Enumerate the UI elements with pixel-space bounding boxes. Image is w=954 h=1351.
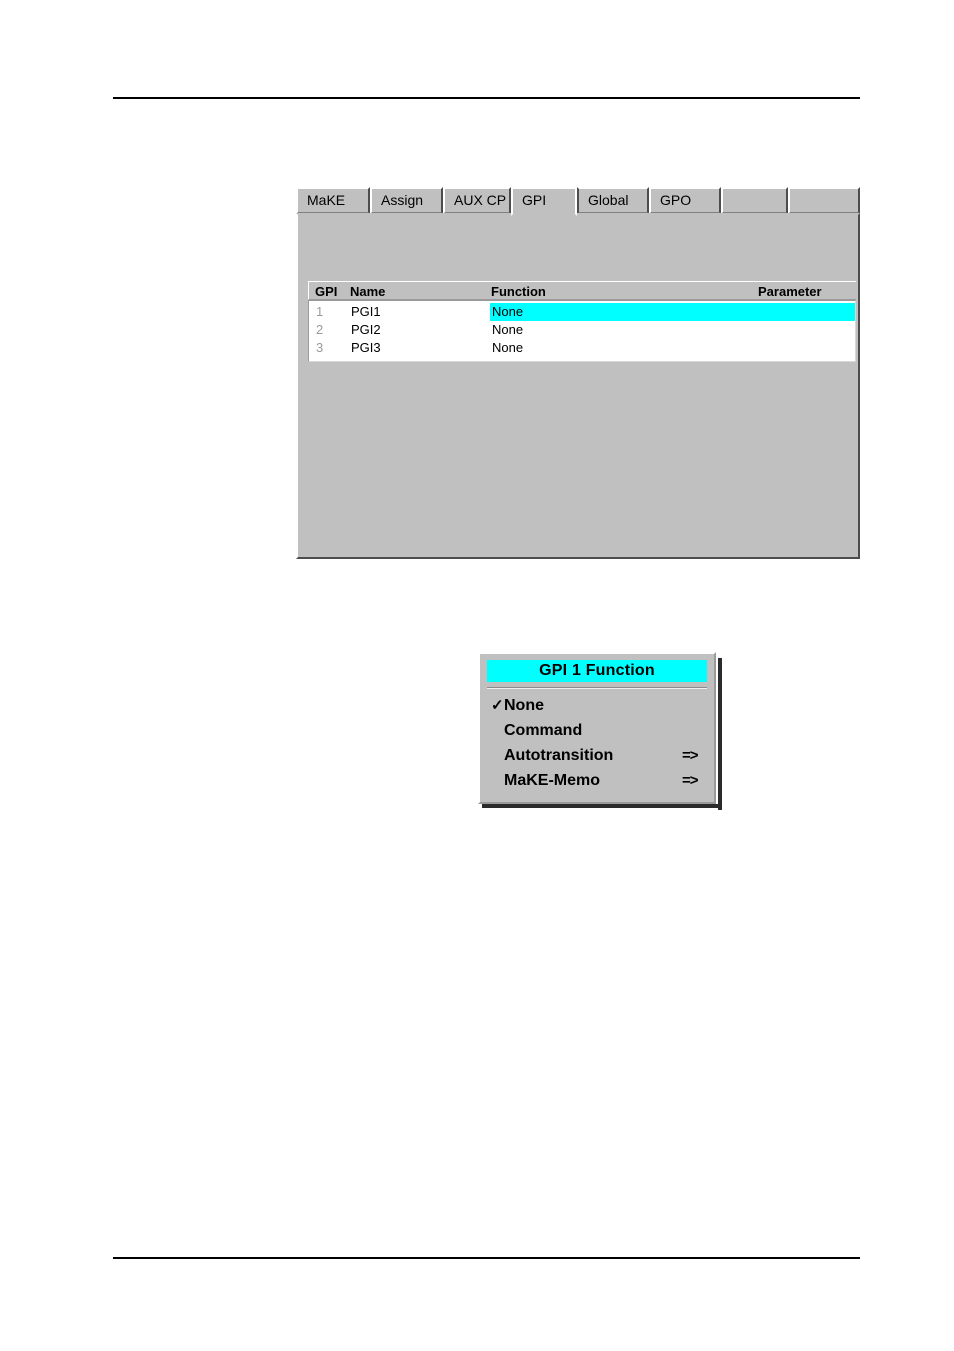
submenu-arrow-icon[interactable]: => (682, 743, 699, 768)
tab-aux-cp-label: AUX CP (454, 192, 507, 208)
gpi-configuration-panel: MaKE Assign AUX CP GPI Global GPO GPI Na… (296, 187, 860, 559)
cell-function[interactable]: None (490, 339, 855, 357)
menu-item-label: Command (504, 722, 583, 739)
menu-item-autotransition[interactable]: Autotransition => (480, 743, 714, 768)
column-header-gpi: GPI (315, 284, 338, 299)
submenu-arrow-icon[interactable]: => (682, 768, 699, 793)
tab-make[interactable]: MaKE (296, 187, 370, 214)
cell-gpi: 3 (316, 340, 324, 355)
cell-gpi: 1 (316, 304, 324, 319)
cell-function[interactable]: None (490, 357, 855, 361)
menu-item-none[interactable]: ✓ None (480, 693, 714, 718)
page-header-rule (113, 97, 860, 99)
menu-item-label: None (504, 697, 544, 714)
tab-strip: MaKE Assign AUX CP GPI Global GPO (296, 187, 860, 216)
gpi-function-context-menu: GPI 1 Function ✓ None Command Autotransi… (478, 652, 722, 810)
cell-gpi: 2 (316, 322, 324, 337)
tab-make-label: MaKE (307, 192, 346, 208)
tab-aux-cp[interactable]: AUX CP (443, 187, 511, 214)
cell-name[interactable]: PGI1 (351, 303, 381, 321)
tab-gpo-label: GPO (660, 192, 692, 208)
menu-item-command[interactable]: Command (480, 718, 714, 743)
gpi-table-header: GPI Name Function Parameter (308, 281, 856, 300)
context-menu-shadow (482, 804, 720, 808)
menu-item-label: Autotransition (504, 747, 614, 764)
tab-gpi-label: GPI (522, 192, 547, 208)
context-menu-item-list: ✓ None Command Autotransition => MaKE-Me… (480, 693, 714, 793)
gpi-tab-content: GPI Name Function Parameter 1 PGI1 None … (296, 213, 860, 559)
cell-function[interactable]: None (490, 303, 855, 321)
menu-item-make-memo[interactable]: MaKE-Memo => (480, 768, 714, 793)
context-menu-title: GPI 1 Function (487, 660, 707, 682)
column-header-name: Name (350, 284, 386, 299)
tab-gpo[interactable]: GPO (649, 187, 721, 214)
tab-global[interactable]: Global (577, 187, 649, 214)
context-menu-divider (487, 687, 707, 689)
cell-gpi: 4 (316, 357, 323, 361)
column-header-function: Function (491, 284, 546, 299)
page-footer-rule (113, 1257, 860, 1259)
cell-name[interactable]: PGI2 (351, 321, 381, 339)
tab-blank-1[interactable] (721, 187, 788, 214)
tab-assign[interactable]: Assign (370, 187, 443, 214)
cell-name[interactable]: PGI3 (351, 339, 381, 357)
tab-gpi[interactable]: GPI (511, 187, 577, 216)
table-row[interactable]: 3 PGI3 None (309, 339, 855, 357)
cell-function[interactable]: None (490, 321, 855, 339)
cell-name[interactable]: PGI4 (351, 357, 381, 361)
table-row[interactable]: 1 PGI1 None (309, 303, 855, 321)
tab-blank-2[interactable] (788, 187, 860, 214)
tab-global-label: Global (588, 192, 629, 208)
table-row[interactable]: 4 PGI4 None (309, 357, 855, 361)
tab-assign-label: Assign (381, 192, 424, 208)
gpi-table-listbox[interactable]: 1 PGI1 None 2 PGI2 None 3 PGI3 None 4 PG… (308, 300, 856, 362)
menu-item-label: MaKE-Memo (504, 772, 601, 789)
table-row[interactable]: 2 PGI2 None (309, 321, 855, 339)
column-header-parameter: Parameter (758, 284, 822, 299)
